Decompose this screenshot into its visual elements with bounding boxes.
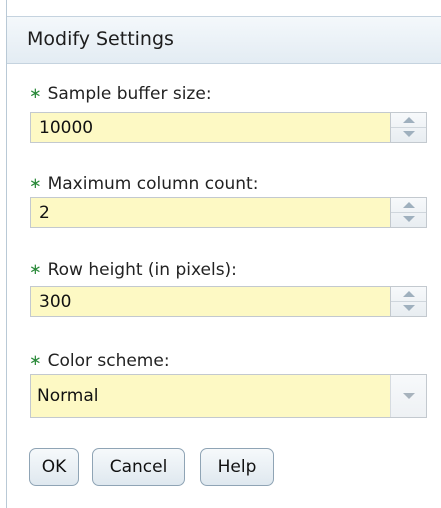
dialog-title-bar: Modify Settings	[7, 16, 441, 64]
sample-buffer-size-label: ∗ Sample buffer size:	[29, 84, 212, 104]
arrow-down-icon	[403, 305, 415, 311]
row-height-increment-button[interactable]	[391, 287, 426, 302]
chevron-down-icon	[403, 393, 415, 399]
sample-buffer-size-input[interactable]: 10000	[30, 112, 427, 143]
row-height-label: ∗ Row height (in pixels):	[29, 260, 237, 280]
sample-buffer-size-decrement-button[interactable]	[391, 127, 426, 141]
dialog-title: Modify Settings	[27, 28, 174, 50]
row-height-input[interactable]: 300	[30, 286, 427, 317]
row-height-value[interactable]: 300	[39, 292, 71, 312]
color-scheme-select[interactable]: Normal	[30, 374, 427, 418]
maximum-column-count-spinner	[390, 198, 426, 227]
arrow-down-icon	[403, 216, 415, 222]
maximum-column-count-input[interactable]: 2	[30, 197, 427, 228]
sample-buffer-size-label-text: Sample buffer size:	[47, 84, 212, 104]
arrow-up-icon	[403, 117, 415, 123]
color-scheme-label: ∗ Color scheme:	[29, 351, 170, 371]
row-height-label-text: Row height (in pixels):	[47, 260, 237, 280]
maximum-column-count-label-text: Maximum column count:	[47, 174, 259, 194]
ok-button[interactable]: OK	[29, 448, 79, 486]
required-asterisk-icon: ∗	[29, 174, 42, 192]
cancel-button[interactable]: Cancel	[92, 448, 185, 486]
maximum-column-count-value[interactable]: 2	[39, 203, 50, 223]
required-asterisk-icon: ∗	[29, 84, 42, 102]
maximum-column-count-decrement-button[interactable]	[391, 212, 426, 226]
color-scheme-selected-value[interactable]: Normal	[37, 386, 99, 406]
row-height-decrement-button[interactable]	[391, 301, 426, 315]
maximum-column-count-label: ∗ Maximum column count:	[29, 174, 258, 194]
help-button[interactable]: Help	[200, 448, 274, 486]
arrow-down-icon	[403, 131, 415, 137]
sample-buffer-size-increment-button[interactable]	[391, 113, 426, 128]
color-scheme-dropdown-button[interactable]	[390, 375, 426, 417]
required-asterisk-icon: ∗	[29, 351, 42, 369]
sample-buffer-size-value[interactable]: 10000	[39, 118, 93, 138]
maximum-column-count-increment-button[interactable]	[391, 198, 426, 213]
row-height-spinner	[390, 287, 426, 316]
modify-settings-dialog: Modify Settings ∗ Sample buffer size: 100…	[6, 0, 441, 508]
color-scheme-label-text: Color scheme:	[47, 351, 170, 371]
arrow-up-icon	[403, 202, 415, 208]
sample-buffer-size-spinner	[390, 113, 426, 142]
required-asterisk-icon: ∗	[29, 260, 42, 278]
arrow-up-icon	[403, 291, 415, 297]
